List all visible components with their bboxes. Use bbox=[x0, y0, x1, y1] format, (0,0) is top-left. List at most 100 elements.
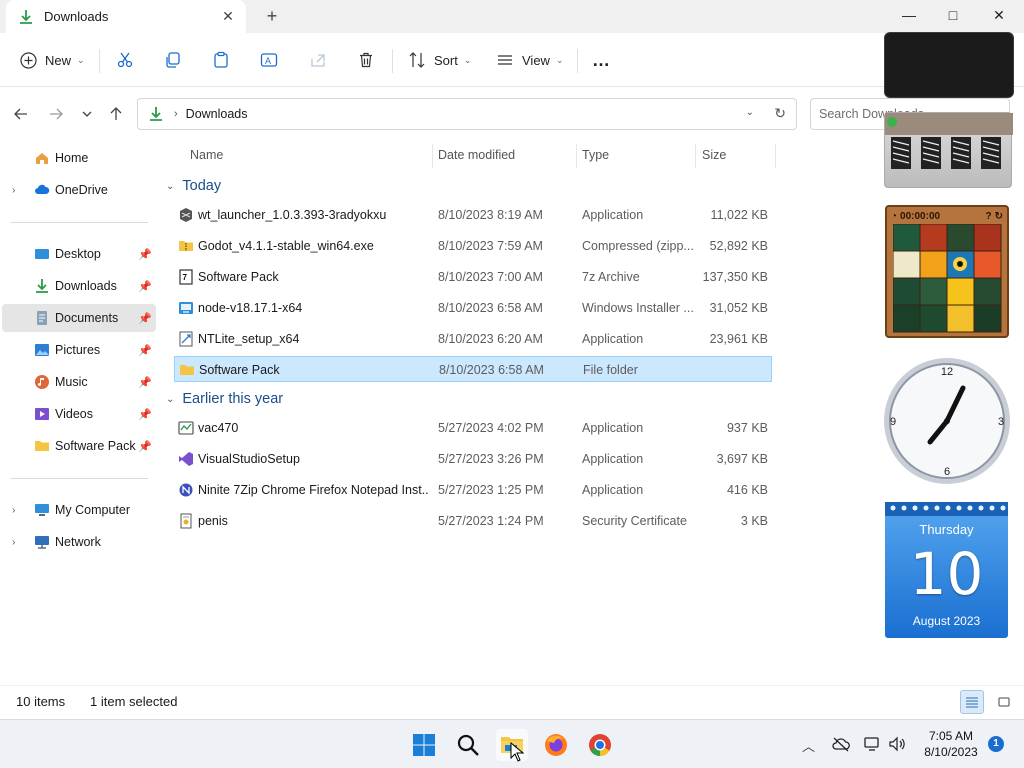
column-divider[interactable] bbox=[432, 144, 433, 168]
breadcrumb-downloads[interactable]: Downloads bbox=[186, 107, 248, 121]
tab-title: Downloads bbox=[44, 9, 109, 24]
clock-gadget[interactable]: 12 3 6 9 bbox=[882, 356, 1012, 486]
close-tab-icon[interactable]: ✕ bbox=[220, 8, 236, 24]
cloud-offline-icon[interactable] bbox=[832, 736, 850, 755]
calendar-gadget[interactable]: Thursday 10 August 2023 bbox=[885, 502, 1008, 638]
column-header-size[interactable]: Size bbox=[702, 148, 726, 168]
file-name: Software Pack bbox=[198, 270, 279, 284]
file-row[interactable]: wt_launcher_1.0.3.393-3radyokxu 8/10/202… bbox=[174, 202, 772, 228]
picture-puzzle-gadget[interactable]: ◔ 00:00:00 ? ↻ bbox=[885, 205, 1009, 338]
file-date: 5/27/2023 1:24 PM bbox=[438, 514, 544, 528]
sidebar-item-home[interactable]: Home bbox=[2, 144, 156, 172]
shuffle-icon[interactable]: ↻ bbox=[995, 211, 1003, 222]
address-bar[interactable]: › Downloads ⌄ ↻ bbox=[137, 98, 797, 130]
black-gadget[interactable] bbox=[884, 32, 1014, 98]
pin-icon: 📌 bbox=[138, 312, 152, 325]
file-row[interactable]: VisualStudioSetup 5/27/2023 3:26 PM Appl… bbox=[174, 446, 772, 472]
details-view-button[interactable] bbox=[960, 690, 984, 714]
group-header-today[interactable]: ⌄ Today bbox=[166, 175, 221, 197]
share-button[interactable] bbox=[309, 47, 327, 73]
search-icon bbox=[457, 734, 479, 756]
chevron-right-icon[interactable]: › bbox=[12, 537, 15, 548]
network-icon bbox=[35, 536, 49, 549]
new-button[interactable]: New ⌄ bbox=[20, 47, 85, 73]
sidebar-item-onedrive[interactable]: › OneDrive bbox=[2, 176, 156, 204]
column-header-type[interactable]: Type bbox=[582, 148, 609, 168]
zip-folder-icon bbox=[179, 241, 193, 251]
volume-icon[interactable] bbox=[888, 736, 906, 755]
back-arrow-icon[interactable] bbox=[11, 104, 31, 124]
file-row[interactable]: Ninite 7Zip Chrome Firefox Notepad Inst.… bbox=[174, 477, 772, 503]
file-type: Compressed (zipp... bbox=[582, 239, 694, 253]
column-header-date[interactable]: Date modified bbox=[438, 148, 515, 168]
folder-icon bbox=[180, 365, 194, 375]
file-row[interactable]: NTLite_setup_x64 8/10/2023 6:20 AM Appli… bbox=[174, 326, 772, 352]
sidebar-item-music[interactable]: Music 📌 bbox=[2, 368, 156, 396]
sidebar-item-documents[interactable]: Documents 📌 bbox=[2, 304, 156, 332]
address-dropdown-icon[interactable]: ⌄ bbox=[746, 107, 754, 118]
chevron-right-icon[interactable]: › bbox=[12, 505, 15, 516]
refresh-icon[interactable]: ↻ bbox=[774, 105, 786, 122]
file-row[interactable]: 7 Software Pack 8/10/2023 7:00 AM 7z Arc… bbox=[174, 264, 772, 290]
file-row-selected[interactable]: Software Pack 8/10/2023 6:58 AM File fol… bbox=[174, 356, 772, 382]
sidebar-item-pictures[interactable]: Pictures 📌 bbox=[2, 336, 156, 364]
sidebar-item-software-pack[interactable]: Software Pack 📌 bbox=[2, 432, 156, 460]
sidebar-item-downloads[interactable]: Downloads 📌 bbox=[2, 272, 156, 300]
tiles-view-button[interactable] bbox=[992, 690, 1016, 714]
search-button[interactable] bbox=[452, 729, 484, 761]
sidebar-item-videos[interactable]: Videos 📌 bbox=[2, 400, 156, 428]
start-button[interactable] bbox=[408, 729, 440, 761]
firefox-taskbar-button[interactable] bbox=[540, 729, 572, 761]
sort-button[interactable]: Sort ⌄ bbox=[408, 47, 471, 73]
notification-badge[interactable]: 1 bbox=[988, 736, 1004, 752]
chevron-down-icon: ⌄ bbox=[555, 54, 564, 65]
close-window-button[interactable]: ✕ bbox=[976, 0, 1022, 30]
file-row[interactable]: penis 5/27/2023 1:24 PM Security Certifi… bbox=[174, 508, 772, 534]
puzzle-tiles[interactable] bbox=[893, 224, 1003, 334]
file-row[interactable]: vac470 5/27/2023 4:02 PM Application 937… bbox=[174, 415, 772, 441]
meter-gadget[interactable] bbox=[884, 112, 1013, 188]
file-size: 23,961 KB bbox=[709, 332, 768, 346]
file-row[interactable]: Godot_v4.1.1-stable_win64.exe 8/10/2023 … bbox=[174, 233, 772, 259]
maximize-button[interactable]: □ bbox=[930, 0, 976, 30]
column-divider[interactable] bbox=[695, 144, 696, 168]
chrome-taskbar-button[interactable] bbox=[584, 729, 616, 761]
system-clock[interactable]: 7:05 AM 8/10/2023 bbox=[918, 728, 984, 760]
network-tray-icon[interactable] bbox=[864, 736, 882, 755]
new-tab-button[interactable]: + bbox=[262, 6, 282, 26]
rename-button[interactable]: A bbox=[260, 47, 278, 73]
file-type: File folder bbox=[583, 363, 638, 377]
cut-button[interactable] bbox=[116, 47, 134, 73]
breadcrumb-chevron-icon: › bbox=[174, 108, 178, 120]
more-options-button[interactable]: … bbox=[592, 47, 610, 73]
file-list: Name Date modified Type Size ⌄ Today wt_… bbox=[158, 140, 778, 685]
group-header-earlier-this-year[interactable]: ⌄ Earlier this year bbox=[166, 388, 283, 410]
details-view-icon bbox=[966, 697, 978, 708]
file-row[interactable]: node-v18.17.1-x64 8/10/2023 6:58 AM Wind… bbox=[174, 295, 772, 321]
column-divider[interactable] bbox=[775, 144, 776, 168]
sidebar-item-my-computer[interactable]: › My Computer bbox=[2, 496, 156, 524]
help-icon[interactable]: ? bbox=[986, 211, 992, 222]
column-header-name[interactable]: Name bbox=[190, 148, 223, 168]
minimize-button[interactable]: — bbox=[886, 0, 932, 30]
show-hidden-icons-chevron-icon[interactable]: ︿ bbox=[802, 736, 815, 755]
recent-locations-chevron-icon[interactable] bbox=[77, 104, 97, 124]
sidebar-item-desktop[interactable]: Desktop 📌 bbox=[2, 240, 156, 268]
status-bar: 10 items 1 item selected bbox=[0, 685, 1024, 719]
chrome-icon bbox=[589, 734, 611, 756]
tab-downloads[interactable]: Downloads ✕ bbox=[6, 0, 246, 33]
clipboard-icon bbox=[214, 51, 228, 68]
timer-icon: ◔ bbox=[891, 210, 898, 222]
sidebar-item-network[interactable]: › Network bbox=[2, 528, 156, 556]
file-size: 3 KB bbox=[740, 514, 768, 528]
view-button[interactable]: View ⌄ bbox=[496, 47, 564, 73]
column-divider[interactable] bbox=[576, 144, 577, 168]
chevron-right-icon[interactable]: › bbox=[12, 185, 15, 196]
command-bar: New ⌄ A Sort ⌄ View ⌄ … bbox=[0, 33, 1024, 87]
paste-button[interactable] bbox=[212, 47, 230, 73]
copy-button[interactable] bbox=[164, 47, 182, 73]
up-arrow-icon[interactable] bbox=[106, 104, 126, 124]
file-size: 31,052 KB bbox=[709, 301, 768, 315]
forward-arrow-icon[interactable] bbox=[46, 104, 66, 124]
delete-button[interactable] bbox=[357, 47, 375, 73]
